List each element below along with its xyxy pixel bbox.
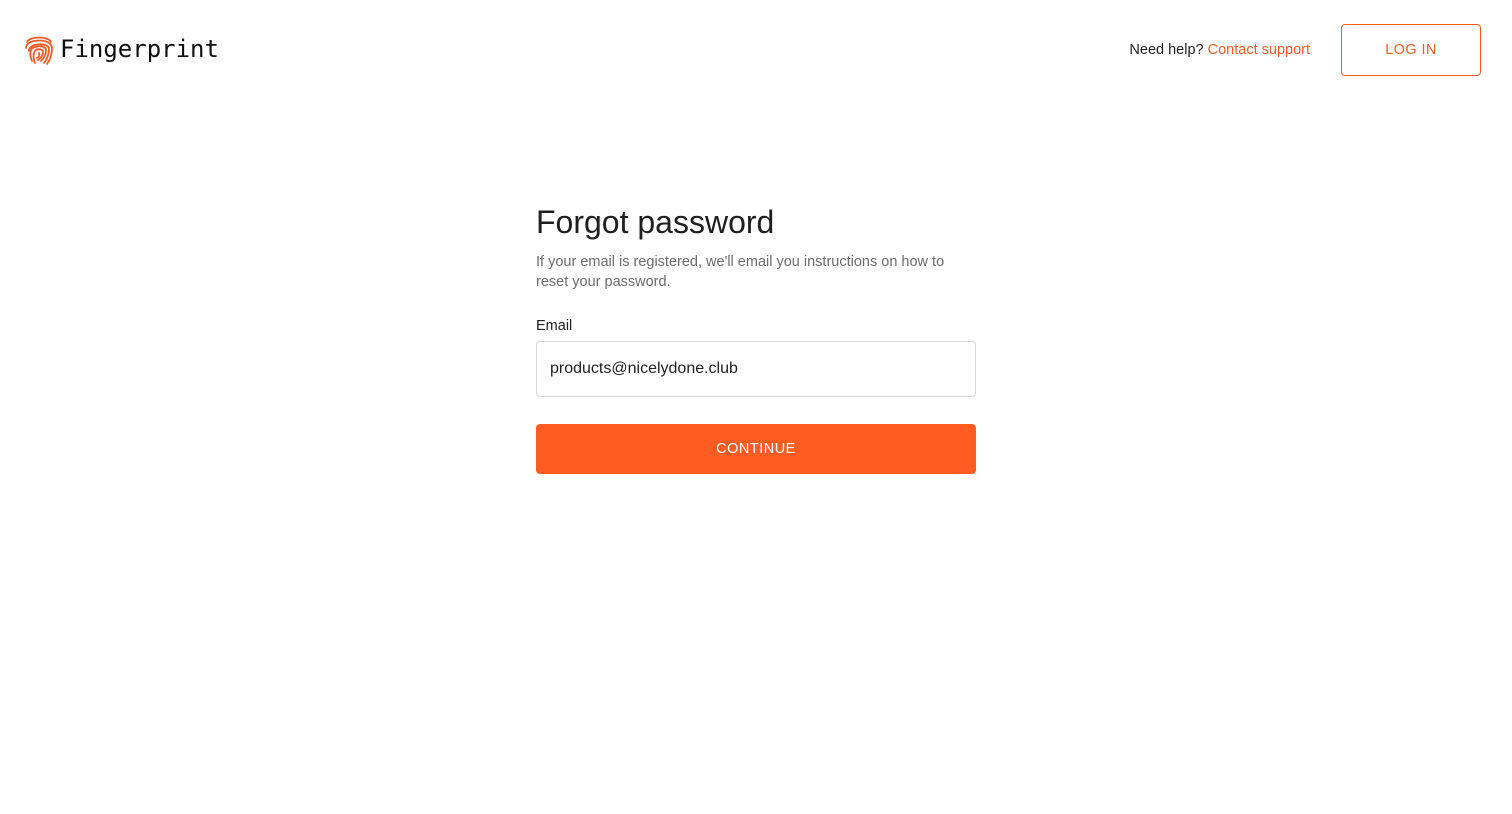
help-text: Need help?: [1129, 42, 1204, 58]
brand-name: Fingerprint: [60, 35, 219, 63]
page-title: Forgot password: [536, 204, 775, 240]
fingerprint-icon: [25, 36, 53, 65]
continue-button[interactable]: CONTINUE: [536, 424, 976, 474]
forgot-password-form: Forgot password If your email is registe…: [536, 200, 976, 474]
top-header: Fingerprint Need help? Contact support L…: [0, 0, 1512, 100]
contact-support-link[interactable]: Contact support: [1208, 42, 1310, 58]
email-label: Email: [536, 318, 573, 334]
help-section: Need help? Contact support: [1129, 40, 1310, 60]
brand-logo[interactable]: Fingerprint: [24, 33, 219, 66]
email-input[interactable]: [536, 341, 976, 397]
login-button[interactable]: LOG IN: [1341, 24, 1481, 76]
page-description: If your email is registered, we'll email…: [536, 254, 945, 290]
